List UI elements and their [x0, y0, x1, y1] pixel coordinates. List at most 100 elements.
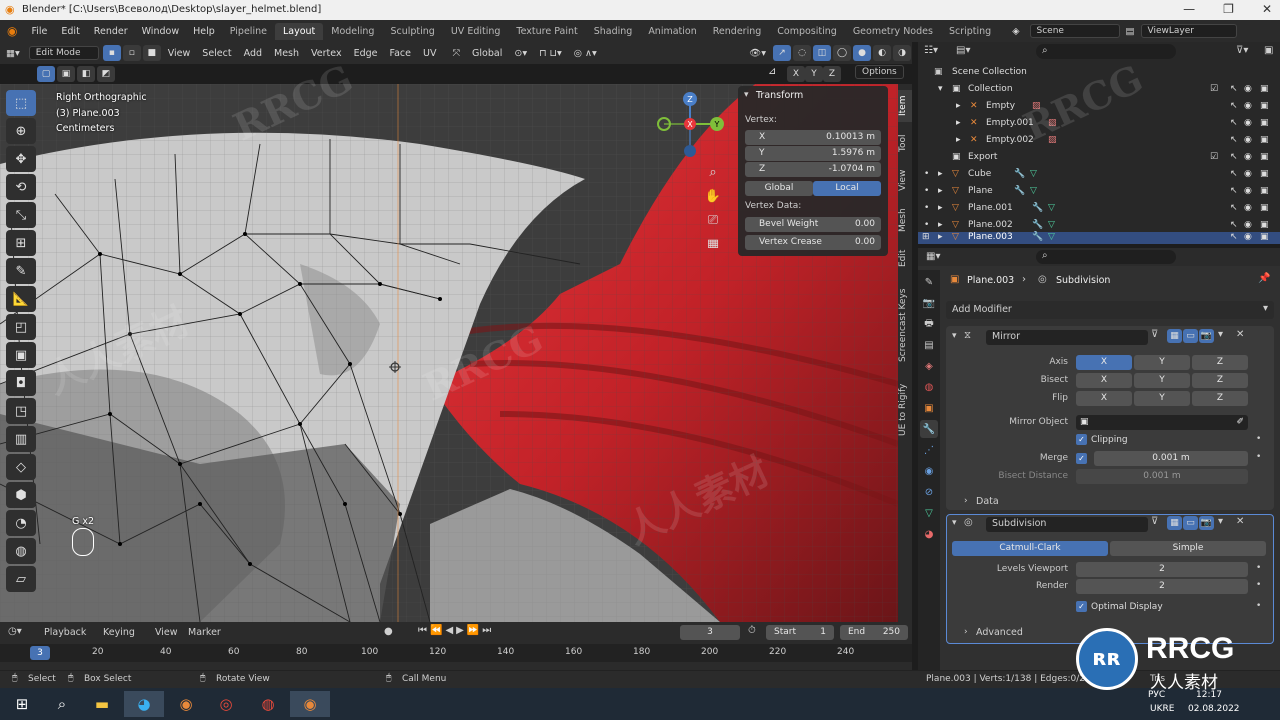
- tab-uv-editing[interactable]: UV Editing: [443, 23, 509, 40]
- tab-animation[interactable]: Animation: [640, 23, 704, 40]
- properties-search-input[interactable]: ⌕: [1036, 250, 1176, 264]
- outliner-row-empty-001[interactable]: ▸ ✕ Empty.001 ▨ ↖ ◉ ▣: [918, 115, 1280, 131]
- chrome-icon[interactable]: ◎: [206, 691, 246, 717]
- measure-tool-icon[interactable]: 📐: [6, 286, 36, 312]
- pin-icon[interactable]: 📌: [1258, 273, 1270, 284]
- world-tab-icon[interactable]: ◍: [920, 378, 938, 396]
- current-frame-field[interactable]: 3: [680, 625, 740, 640]
- merge-checkbox[interactable]: ✓: [1076, 453, 1087, 464]
- tab-item[interactable]: Item: [898, 90, 912, 122]
- camera-icon[interactable]: ▣: [1260, 220, 1269, 230]
- editmode-toggle-icon[interactable]: ⊽: [1151, 329, 1158, 340]
- tab-scripting[interactable]: Scripting: [941, 23, 999, 40]
- tab-shading[interactable]: Shading: [586, 23, 641, 40]
- menu-edit[interactable]: Edit: [54, 26, 86, 37]
- scale-tool-icon[interactable]: ⤡: [6, 202, 36, 228]
- vertex-z-field[interactable]: Z -1.0704 m: [745, 162, 881, 177]
- search-icon[interactable]: ⌕: [42, 691, 82, 717]
- eye-icon[interactable]: ◉: [1244, 169, 1252, 179]
- particles-tab-icon[interactable]: ⋰: [920, 441, 938, 459]
- cage-toggle-icon[interactable]: ▦: [1167, 516, 1182, 530]
- camera-icon[interactable]: ▣: [1260, 169, 1269, 179]
- constraints-tab-icon[interactable]: ⊘: [920, 483, 938, 501]
- timeline-ruler[interactable]: 3 20 40 60 80 100 120 140 160 180 200 22…: [0, 644, 912, 662]
- tab-geometry-nodes[interactable]: Geometry Nodes: [845, 23, 941, 40]
- minimize-icon[interactable]: —: [1183, 2, 1195, 16]
- tab-modeling[interactable]: Modeling: [323, 23, 382, 40]
- select-arrow-icon[interactable]: ↖: [1230, 220, 1238, 230]
- outliner-editor-icon[interactable]: ☷▾: [924, 45, 938, 56]
- mirror-x-button[interactable]: X: [787, 66, 805, 82]
- bevel-tool-icon[interactable]: ◳: [6, 398, 36, 424]
- viewport-toggle-icon[interactable]: ▭: [1183, 516, 1198, 530]
- bisect-z-toggle[interactable]: Z: [1192, 373, 1248, 388]
- tab-edit[interactable]: Edit: [898, 244, 912, 272]
- collapse-arrow-icon[interactable]: ▾: [952, 331, 957, 341]
- eye-icon[interactable]: ◉: [1244, 203, 1252, 213]
- select-arrow-icon[interactable]: ↖: [1230, 169, 1238, 179]
- camera-icon[interactable]: ▣: [1260, 152, 1269, 162]
- checkbox-icon[interactable]: ☑: [1210, 84, 1218, 94]
- eye-icon[interactable]: ◉: [1244, 232, 1252, 242]
- viewport-toggle-icon[interactable]: ▭: [1183, 329, 1198, 343]
- select-arrow-icon[interactable]: ↖: [1230, 101, 1238, 111]
- outliner-row-cube[interactable]: • ▸ ▽ Cube 🔧 ▽ ↖ ◉ ▣: [918, 166, 1280, 182]
- camera-icon[interactable]: ▣: [1260, 118, 1269, 128]
- checkbox-icon[interactable]: ☑: [1210, 152, 1218, 162]
- clipping-checkbox[interactable]: ✓ Clipping: [1076, 434, 1128, 445]
- data-subpanel-label[interactable]: Data: [976, 496, 999, 507]
- catmull-clark-toggle[interactable]: Catmull-Clark: [952, 541, 1108, 556]
- subdivision-name-field[interactable]: Subdivision: [986, 517, 1148, 532]
- select-mode-new-icon[interactable]: ▢: [37, 66, 55, 82]
- navigation-gizmo[interactable]: Z Y X ⌕ ✋ ⎚ ▦: [654, 88, 734, 248]
- edge-select-icon[interactable]: ▫: [122, 45, 141, 61]
- stopwatch-icon[interactable]: ⏱: [748, 625, 756, 636]
- outliner-row-collection[interactable]: ▾ ▣ Collection ☑ ↖ ◉ ▣: [918, 81, 1280, 97]
- menu-marker[interactable]: Marker: [188, 627, 221, 638]
- expand-arrow-icon[interactable]: ▸: [938, 232, 943, 242]
- cage-toggle-icon[interactable]: ▦: [1167, 329, 1182, 343]
- loop-cut-tool-icon[interactable]: ▥: [6, 426, 36, 452]
- advanced-subpanel-label[interactable]: Advanced: [976, 627, 1023, 638]
- add-cube-tool-icon[interactable]: ◰: [6, 314, 36, 340]
- properties-editor-icon[interactable]: ▦▾: [926, 251, 940, 262]
- remove-modifier-icon[interactable]: ✕: [1236, 329, 1244, 340]
- outliner-row-plane-001[interactable]: • ▸ ▽ Plane.001 🔧 ▽ ↖ ◉ ▣: [918, 200, 1280, 216]
- keyboard-layout[interactable]: UKRE: [1150, 704, 1174, 714]
- outliner-search-input[interactable]: ⌕: [1036, 44, 1176, 59]
- eye-icon[interactable]: ◉: [1244, 220, 1252, 230]
- flip-z-toggle[interactable]: Z: [1192, 391, 1248, 406]
- mirror-name-field[interactable]: Mirror: [986, 330, 1148, 345]
- mirror-z-button[interactable]: Z: [823, 66, 841, 82]
- timeline-editor-icon[interactable]: ◷▾: [8, 626, 22, 637]
- expand-arrow-icon[interactable]: ▸: [938, 169, 943, 179]
- cursor-tool-icon[interactable]: ⊕: [6, 118, 36, 144]
- tool-tab-icon[interactable]: ✎: [920, 273, 938, 291]
- file-explorer-icon[interactable]: ▬: [82, 691, 122, 717]
- playback-controls-icon[interactable]: ⏮⏪◀▶⏩⏭: [418, 625, 494, 636]
- vertex-select-icon[interactable]: ▪: [102, 45, 121, 61]
- tab-rendering[interactable]: Rendering: [705, 23, 770, 40]
- expand-arrow-icon[interactable]: ▸: [956, 135, 961, 145]
- expand-arrow-icon[interactable]: ▸: [938, 220, 943, 230]
- blender-menu-icon[interactable]: ◉: [0, 24, 24, 38]
- move-tool-icon[interactable]: ✥: [6, 146, 36, 172]
- camera-icon[interactable]: ▣: [1260, 203, 1269, 213]
- menu-window[interactable]: Window: [135, 26, 186, 37]
- menu-uv[interactable]: UV: [417, 46, 442, 61]
- menu-add[interactable]: Add: [238, 46, 268, 61]
- select-mode-invert-icon[interactable]: ◩: [97, 66, 115, 82]
- face-select-icon[interactable]: ■: [142, 45, 161, 61]
- vertex-y-field[interactable]: Y 1.5976 m: [745, 146, 881, 161]
- mirror-object-field[interactable]: ▣ ✐: [1076, 415, 1248, 430]
- snap-icon[interactable]: ⊓ ⊔▾: [533, 46, 568, 61]
- menu-timeline-view[interactable]: View: [155, 627, 178, 638]
- render-toggle-icon[interactable]: 📷: [1199, 329, 1214, 343]
- mirror-y-button[interactable]: Y: [805, 66, 823, 82]
- select-mode-extend-icon[interactable]: ▣: [57, 66, 75, 82]
- wireframe-shading-icon[interactable]: ◯: [833, 45, 851, 61]
- select-mode-subtract-icon[interactable]: ◧: [77, 66, 95, 82]
- tab-compositing[interactable]: Compositing: [769, 23, 845, 40]
- smooth-tool-icon[interactable]: ◍: [6, 538, 36, 564]
- outliner-row-export[interactable]: ▣ Export ☑ ↖ ◉ ▣: [918, 149, 1280, 165]
